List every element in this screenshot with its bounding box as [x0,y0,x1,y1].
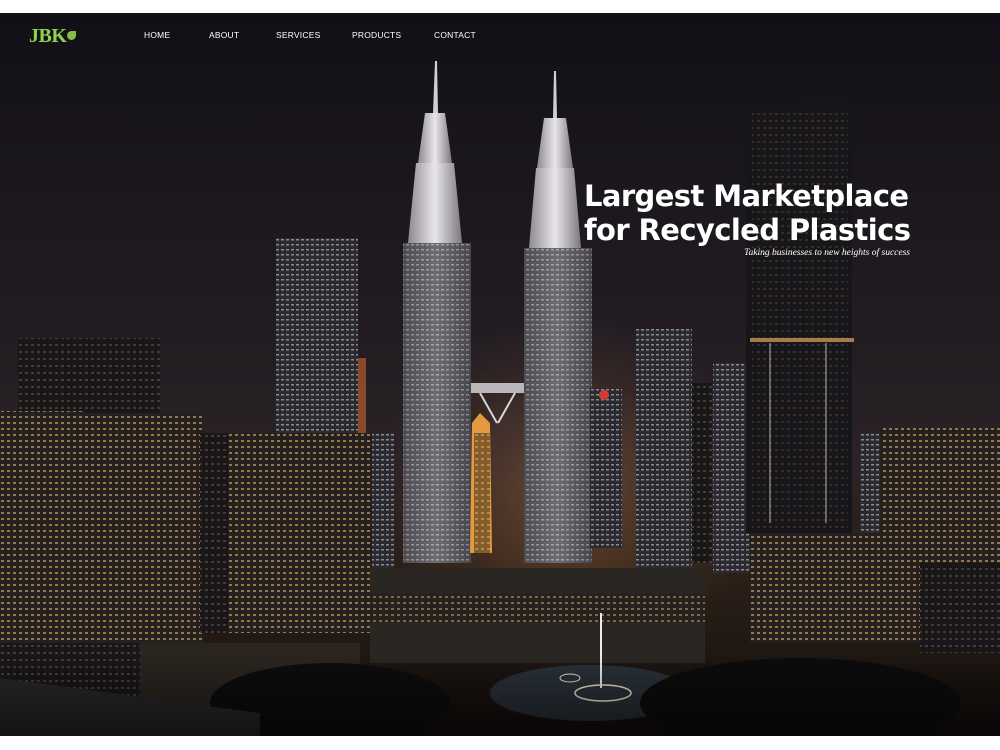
building-right-mid [636,329,692,574]
building-left-back [18,338,160,418]
nav-item-about[interactable]: ABOUT [209,30,239,40]
headline-line-1: Largest Marketplace [584,179,909,213]
hero-headline: Largest Marketplace for Recycled Plastic… [584,179,944,247]
top-navigation: JBK HOME ABOUT SERVICES PRODUCTS CONTACT [0,13,1000,61]
brand-logo[interactable]: JBK [29,25,77,48]
nav-item-contact[interactable]: CONTACT [434,30,476,40]
building-left-2 [78,413,204,653]
bottom-shade [0,653,1000,736]
building-mid-left [228,433,373,633]
hero-tagline: Taking businesses to new heights of succ… [744,248,910,258]
nav-item-products[interactable]: PRODUCTS [352,30,401,40]
building-tall-left [276,238,358,438]
building-left-1 [0,411,85,651]
hero-section: JBK HOME ABOUT SERVICES PRODUCTS CONTACT… [0,13,1000,736]
city-skyline-image [0,61,1000,736]
logo-text: JBK [29,25,67,47]
nav-item-services[interactable]: SERVICES [276,30,320,40]
leaf-icon [67,31,77,40]
headline-line-2: for Recycled Plastics [584,213,911,247]
nav-item-home[interactable]: HOME [144,30,170,40]
